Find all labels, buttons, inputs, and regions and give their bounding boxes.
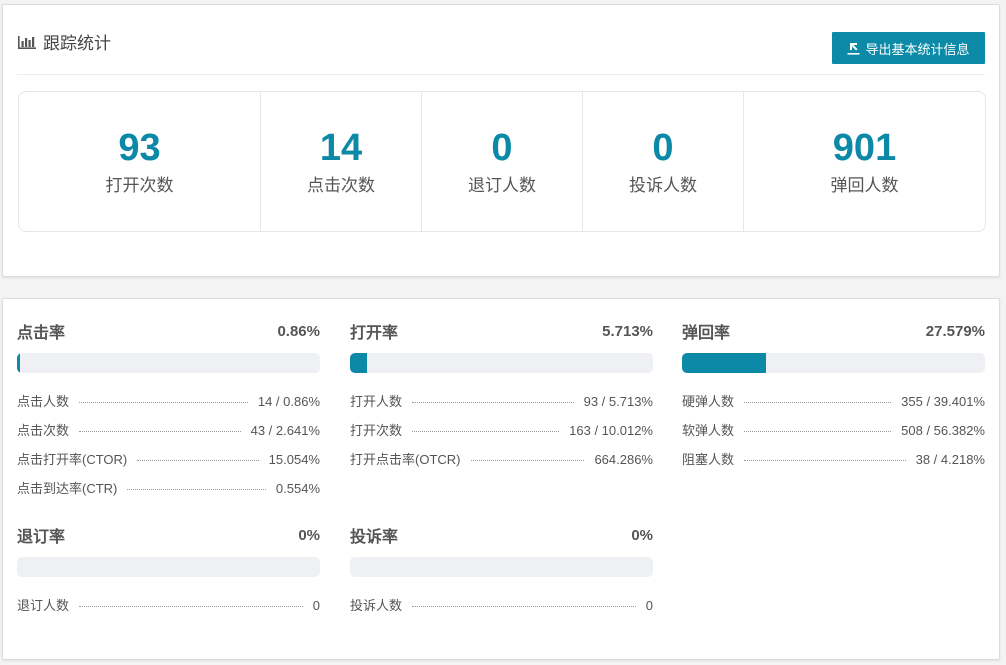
stat-unsubscribes: 0 退订人数 <box>422 92 583 231</box>
row-value: 38 / 4.218% <box>915 452 985 467</box>
metric-percent: 0.86% <box>277 322 320 340</box>
header-divider <box>17 74 985 75</box>
row-value: 355 / 39.401% <box>901 394 985 409</box>
progress-bar <box>350 353 653 373</box>
row-label: 打开次数 <box>350 423 403 438</box>
export-button-label: 导出基本统计信息 <box>865 41 970 57</box>
row-value: 93 / 5.713% <box>583 394 653 409</box>
progress-fill <box>682 353 766 373</box>
stat-row: 打开人数 93 / 5.713% <box>350 391 653 420</box>
row-value: 14 / 0.86% <box>257 394 320 409</box>
tracking-stats-panel: 跟踪统计 导出基本统计信息 93 打开次数 14 点击次数 0 退订人数 0 投… <box>2 4 1000 277</box>
stat-row: 点击打开率(CTOR) 15.054% <box>17 449 320 478</box>
page-title: 跟踪统计 <box>43 34 111 53</box>
metric-title: 弹回率 <box>682 325 731 342</box>
stat-row: 硬弹人数 355 / 39.401% <box>682 391 985 420</box>
stat-row: 点击人数 14 / 0.86% <box>17 391 320 420</box>
bar-chart-icon <box>17 34 37 50</box>
rates-panel: 点击率 0.86% 点击人数 14 / 0.86% 点击次数 43 / 2.641%… <box>2 298 1000 660</box>
dotted-leader <box>79 431 241 432</box>
metric-unsubscribe-rate: 退订率 0% 退订人数 0 <box>17 523 320 624</box>
row-value: 163 / 10.012% <box>569 423 653 438</box>
stat-label: 点击次数 <box>307 176 375 195</box>
stat-clicks: 14 点击次数 <box>261 92 422 231</box>
row-value: 0 <box>645 598 653 613</box>
stat-label: 投诉人数 <box>629 176 697 195</box>
row-value: 0 <box>312 598 320 613</box>
dotted-leader <box>412 402 574 403</box>
dotted-leader <box>137 460 259 461</box>
row-label: 点击到达率(CTR) <box>17 481 118 496</box>
row-label: 阻塞人数 <box>682 452 735 467</box>
metric-title: 打开率 <box>350 325 399 342</box>
row-label: 投诉人数 <box>350 598 403 613</box>
row-value: 0.554% <box>275 481 320 496</box>
progress-fill <box>350 353 368 373</box>
stat-value: 0 <box>652 127 674 169</box>
row-label: 硬弹人数 <box>682 394 735 409</box>
stat-complaints: 0 投诉人数 <box>583 92 744 231</box>
stat-value: 901 <box>832 127 897 169</box>
progress-bar <box>682 353 985 373</box>
dotted-leader <box>744 431 892 432</box>
stat-value: 0 <box>491 127 513 169</box>
row-label: 点击打开率(CTOR) <box>17 452 128 467</box>
dotted-leader <box>470 460 585 461</box>
metric-complaint-rate: 投诉率 0% 投诉人数 0 <box>350 523 653 624</box>
metric-title: 退订率 <box>17 529 66 546</box>
row-label: 打开人数 <box>350 394 403 409</box>
stat-row: 退订人数 0 <box>17 595 320 624</box>
row-label: 软弹人数 <box>682 423 735 438</box>
stat-row: 投诉人数 0 <box>350 595 653 624</box>
row-value: 664.286% <box>594 452 653 467</box>
row-label: 点击次数 <box>17 423 70 438</box>
dotted-leader <box>744 460 906 461</box>
progress-bar <box>17 557 320 577</box>
stat-bounces: 901 弹回人数 <box>744 92 985 231</box>
stats-summary: 93 打开次数 14 点击次数 0 退订人数 0 投诉人数 901 弹回人数 <box>18 91 986 232</box>
dotted-leader <box>412 431 560 432</box>
stat-value: 93 <box>118 127 161 169</box>
export-stats-button[interactable]: 导出基本统计信息 <box>832 32 985 64</box>
dotted-leader <box>79 402 248 403</box>
dotted-leader <box>412 606 636 607</box>
export-icon <box>847 42 860 55</box>
metric-percent: 27.579% <box>925 322 985 340</box>
stat-row: 打开点击率(OTCR) 664.286% <box>350 449 653 478</box>
dotted-leader <box>79 606 303 607</box>
metric-click-rate: 点击率 0.86% 点击人数 14 / 0.86% 点击次数 43 / 2.641%… <box>17 319 320 507</box>
stat-value: 14 <box>319 127 363 169</box>
dotted-leader <box>127 489 266 490</box>
stat-label: 打开次数 <box>105 176 174 195</box>
metric-percent: 0% <box>631 526 653 544</box>
metric-title: 点击率 <box>17 325 66 342</box>
stat-label: 退订人数 <box>468 176 536 195</box>
stat-row: 软弹人数 508 / 56.382% <box>682 420 985 449</box>
stat-row: 点击次数 43 / 2.641% <box>17 420 320 449</box>
progress-bar <box>350 557 653 577</box>
stat-row: 点击到达率(CTR) 0.554% <box>17 478 320 507</box>
stat-row: 阻塞人数 38 / 4.218% <box>682 449 985 478</box>
metric-open-rate: 打开率 5.713% 打开人数 93 / 5.713% 打开次数 163 / 10.… <box>350 319 653 478</box>
row-label: 点击人数 <box>17 394 70 409</box>
metric-percent: 5.713% <box>602 322 653 340</box>
progress-fill <box>17 353 20 373</box>
row-value: 15.054% <box>268 452 320 467</box>
stat-label: 弹回人数 <box>830 176 899 195</box>
row-value: 508 / 56.382% <box>901 423 985 438</box>
metric-title: 投诉率 <box>350 529 399 546</box>
metric-percent: 0% <box>298 526 320 544</box>
stat-row: 打开次数 163 / 10.012% <box>350 420 653 449</box>
row-value: 43 / 2.641% <box>250 423 320 438</box>
stat-opens: 93 打开次数 <box>19 92 261 231</box>
row-label: 退订人数 <box>17 598 70 613</box>
progress-bar <box>17 353 320 373</box>
metric-bounce-rate: 弹回率 27.579% 硬弹人数 355 / 39.401% 软弹人数 508 / … <box>682 319 985 478</box>
panel-header: 跟踪统计 <box>17 29 111 54</box>
dotted-leader <box>744 402 892 403</box>
row-label: 打开点击率(OTCR) <box>350 452 461 467</box>
